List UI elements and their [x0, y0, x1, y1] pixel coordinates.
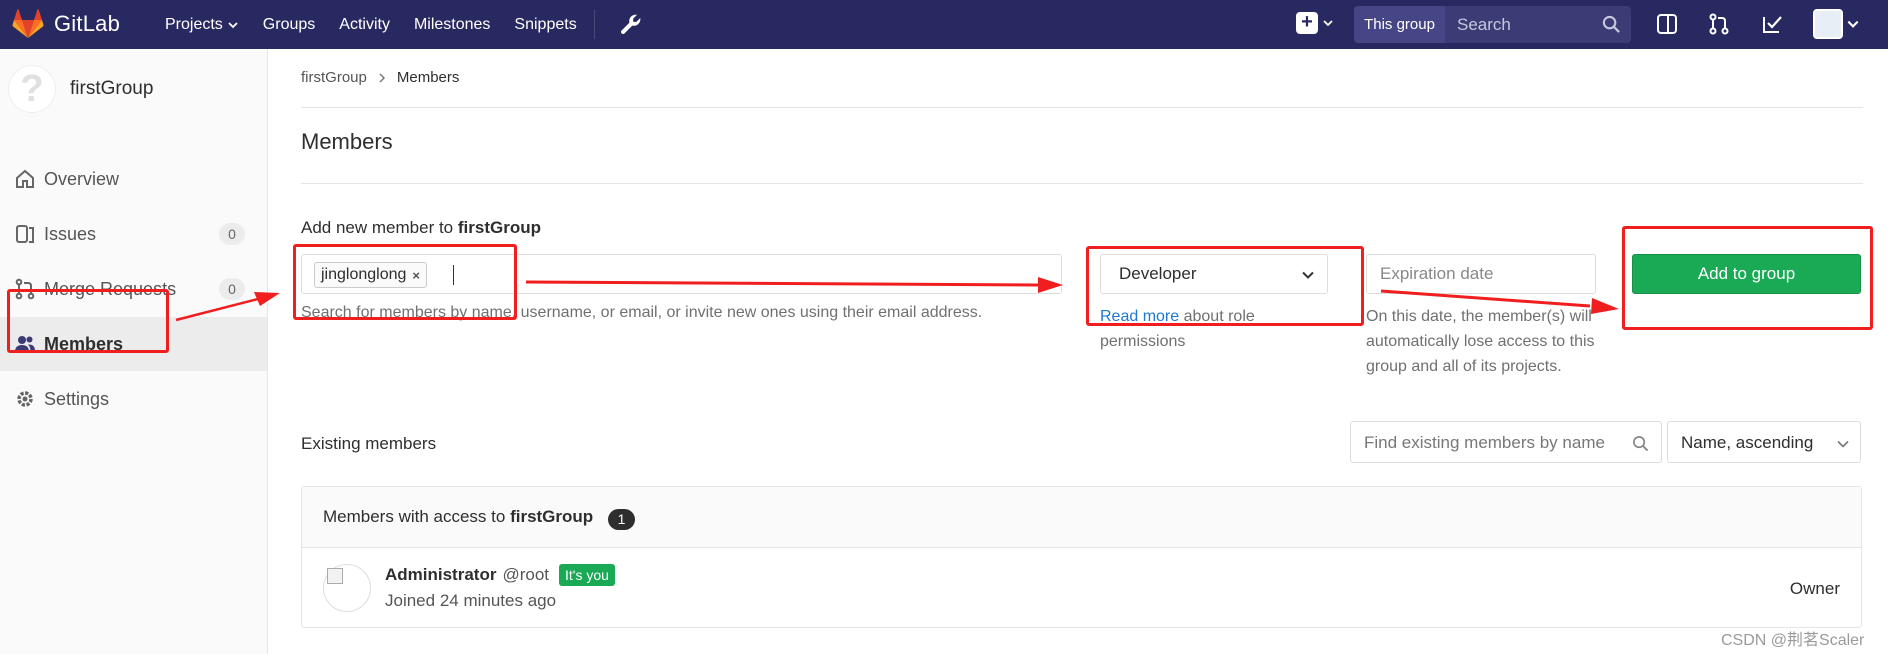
expiration-placeholder: Expiration date	[1380, 264, 1494, 283]
gitlab-tanuki-icon	[12, 9, 44, 38]
member-role: Owner	[1789, 579, 1840, 598]
nav-projects[interactable]: Projects	[165, 16, 239, 34]
sidebar-panel-icon[interactable]	[1655, 12, 1679, 36]
nav-divider	[594, 10, 595, 39]
members-panel: Members with access to firstGroup 1 Admi…	[301, 486, 1862, 628]
add-member-label-prefix: Add new member to	[301, 218, 458, 237]
sidebar-item-settings[interactable]: Settings	[0, 372, 267, 426]
search-icon	[1602, 15, 1620, 33]
main-nav: Projects Groups Activity Milestones Snip…	[165, 0, 601, 49]
members-panel-title: Members with access to firstGroup	[323, 507, 593, 527]
divider	[301, 107, 1863, 108]
members-panel-group: firstGroup	[510, 507, 594, 526]
existing-members-title: Existing members	[301, 434, 437, 453]
sort-dropdown[interactable]: Name, ascending	[1667, 421, 1861, 463]
nav-milestones[interactable]: Milestones	[414, 16, 490, 34]
member-joined: Joined 24 minutes ago	[385, 591, 557, 610]
selected-user-token: jinglonglong ×	[314, 262, 427, 288]
members-panel-prefix: Members with access to	[323, 507, 511, 526]
sidebar-item-overview[interactable]: Overview	[0, 152, 267, 206]
chevron-down-icon	[228, 21, 238, 28]
search-input[interactable]: Search	[1445, 6, 1631, 43]
divider	[301, 183, 1863, 184]
expiration-help: On this date, the member(s) will automat…	[1366, 308, 1595, 375]
its-you-badge: It's you	[559, 564, 615, 586]
chevron-down-icon	[1302, 271, 1314, 279]
todo-check-icon[interactable]	[1760, 12, 1784, 36]
expiration-date-input[interactable]: Expiration date	[1366, 254, 1596, 294]
find-members-placeholder: Find existing members by name	[1364, 433, 1605, 452]
nav-activity[interactable]: Activity	[339, 16, 390, 34]
home-icon	[16, 169, 34, 188]
remove-token-icon[interactable]: ×	[412, 268, 420, 283]
nav-groups[interactable]: Groups	[263, 16, 315, 34]
wrench-icon[interactable]	[618, 11, 644, 37]
top-navbar: GitLab Projects Groups Activity Mileston…	[0, 0, 1888, 49]
group-avatar: ?	[8, 65, 56, 113]
sidebar-item-merge-requests[interactable]: Merge Requests 0	[0, 262, 267, 316]
add-to-group-button[interactable]: Add to group	[1632, 254, 1861, 294]
merge-request-icon	[15, 278, 35, 300]
member-search-input[interactable]: jinglonglong ×	[301, 254, 1062, 294]
watermark: CSDN @荆茗Scaler	[1721, 632, 1865, 649]
sidebar-item-issues[interactable]: Issues 0	[0, 207, 267, 261]
search-icon[interactable]	[1632, 435, 1649, 452]
chevron-down-icon[interactable]	[1846, 17, 1860, 31]
breadcrumb: firstGroup Members	[301, 69, 459, 86]
users-icon	[15, 336, 35, 352]
gear-icon	[17, 391, 33, 407]
gitlab-logo[interactable]: GitLab	[12, 9, 120, 39]
sidebar-item-label: Issues	[44, 223, 97, 244]
selected-user-name: jinglonglong	[321, 266, 407, 283]
members-panel-header: Members with access to firstGroup 1	[302, 487, 1861, 548]
sort-value: Name, ascending	[1681, 433, 1814, 452]
member-name[interactable]: Administrator	[385, 565, 496, 585]
member-count-badge: 1	[608, 509, 635, 530]
avatar[interactable]	[323, 564, 371, 612]
nav-snippets[interactable]: Snippets	[514, 16, 576, 34]
search-bar: This group Search	[1354, 6, 1631, 43]
breadcrumb-current[interactable]: Members	[397, 69, 460, 86]
role-help: Read more about role permissions	[1100, 304, 1300, 354]
sidebar-item-label: Settings	[44, 388, 110, 409]
new-item-dropdown[interactable]: +	[1296, 12, 1334, 34]
group-header[interactable]: ? firstGroup	[8, 65, 153, 113]
text-cursor	[453, 265, 454, 285]
chevron-right-icon	[379, 72, 385, 83]
chevron-down-icon	[1323, 20, 1333, 27]
search-placeholder: Search	[1457, 15, 1511, 34]
group-name: firstGroup	[70, 78, 154, 99]
issues-icon	[16, 225, 34, 243]
issues-count-badge: 0	[219, 223, 245, 245]
user-avatar[interactable]	[1813, 9, 1843, 39]
access-level-value: Developer	[1119, 264, 1197, 283]
nav-projects-label: Projects	[165, 15, 223, 33]
find-members-input[interactable]: Find existing members by name	[1350, 421, 1662, 463]
add-member-group-name: firstGroup	[457, 218, 541, 237]
sidebar-item-label: Overview	[44, 168, 120, 189]
read-more-link[interactable]: Read more	[1100, 308, 1179, 325]
member-identity: Administrator @root It's you	[385, 564, 615, 586]
member-username: @root	[502, 565, 550, 584]
access-level-select[interactable]: Developer	[1100, 254, 1328, 294]
sidebar-item-label: Members	[44, 333, 124, 354]
sidebar-item-label: Merge Requests	[44, 278, 177, 299]
group-sidebar: ? firstGroup Overview Issues 0 Merge Req…	[0, 49, 268, 654]
breadcrumb-group-link[interactable]: firstGroup	[301, 69, 367, 86]
merge-requests-count-badge: 0	[219, 278, 245, 300]
app-name: GitLab	[54, 11, 121, 36]
member-search-help: Search for members by name, username, or…	[301, 304, 983, 321]
page-title: Members	[301, 129, 393, 154]
chevron-down-icon	[1837, 440, 1849, 448]
add-member-label: Add new member to firstGroup	[301, 218, 541, 238]
merge-request-icon[interactable]	[1707, 12, 1731, 36]
sidebar-item-members[interactable]: Members	[0, 317, 267, 371]
search-scope-label[interactable]: This group	[1354, 6, 1445, 43]
plus-square-icon: +	[1296, 12, 1318, 34]
